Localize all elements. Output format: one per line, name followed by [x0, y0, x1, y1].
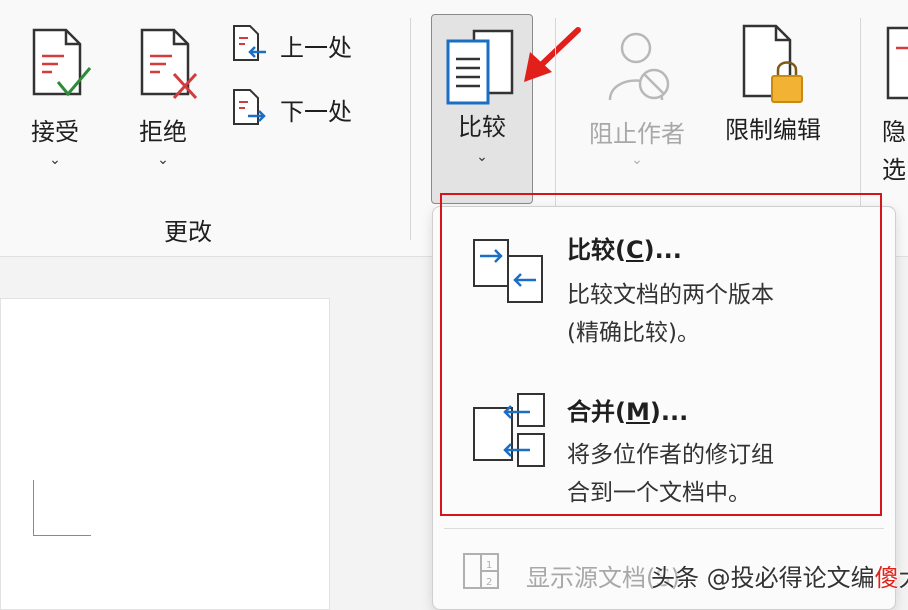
- next-change-button[interactable]: 下一处: [230, 88, 380, 128]
- hide-label-extra: 选: [882, 156, 906, 184]
- next-change-icon: [233, 89, 266, 125]
- group-divider: [410, 18, 411, 240]
- chevron-down-icon: ⌄: [157, 152, 169, 168]
- hide-icon: [886, 26, 908, 100]
- hide-label: 隐: [882, 118, 906, 146]
- show-source-documents-icon: 1 2: [463, 553, 499, 589]
- chevron-down-icon: ⌄: [476, 149, 488, 165]
- svg-text:1: 1: [486, 560, 492, 571]
- menu-separator: [444, 528, 884, 529]
- reject-button[interactable]: 拒绝 ⌄: [118, 18, 208, 178]
- svg-text:2: 2: [486, 577, 492, 588]
- watermark: 头条 @投必得论文编傻大方: [651, 564, 908, 592]
- next-change-label: 下一处: [280, 98, 352, 126]
- hide-button[interactable]: 隐 选: [876, 18, 908, 208]
- restrict-editing-button[interactable]: 限制编辑: [708, 18, 838, 178]
- chevron-down-icon: ⌄: [631, 152, 643, 168]
- highlight-box-annotation: [440, 193, 882, 516]
- previous-change-button[interactable]: 上一处: [230, 24, 380, 64]
- accept-label: 接受: [31, 118, 79, 146]
- block-authors-icon: [608, 32, 670, 101]
- accept-icon: [32, 28, 92, 97]
- previous-change-label: 上一处: [280, 34, 352, 62]
- restrict-editing-label: 限制编辑: [725, 116, 821, 144]
- block-authors-label: 阻止作者: [589, 120, 685, 148]
- changes-group-label: 更改: [164, 218, 212, 246]
- accept-button[interactable]: 接受 ⌄: [10, 18, 100, 178]
- previous-change-icon: [233, 25, 266, 61]
- document-page[interactable]: [0, 298, 330, 610]
- page-corner-mark: [33, 535, 91, 536]
- reject-icon: [140, 28, 198, 100]
- chevron-down-icon: ⌄: [49, 152, 61, 168]
- restrict-editing-icon: [742, 24, 803, 103]
- page-corner-mark: [33, 480, 34, 536]
- reject-label: 拒绝: [139, 118, 187, 146]
- compare-label: 比较: [458, 113, 506, 141]
- block-authors-button[interactable]: 阻止作者 ⌄: [572, 18, 702, 178]
